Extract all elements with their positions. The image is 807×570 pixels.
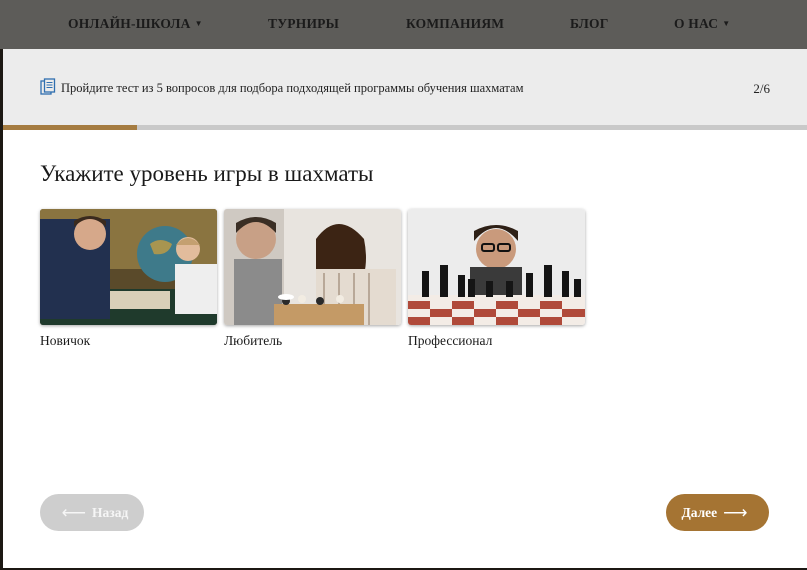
chevron-down-icon: ▼ <box>194 19 203 28</box>
next-button[interactable]: Далее ⟶ <box>666 494 769 531</box>
arrow-right-icon: ⟶ <box>723 502 748 522</box>
back-button[interactable]: ⟵ Назад <box>40 494 144 531</box>
document-icon <box>40 78 56 95</box>
nav-item-online-school[interactable]: ОНЛАЙН-ШКОЛА ▼ <box>68 16 203 32</box>
question-title: Укажите уровень игры в шахматы <box>40 161 374 186</box>
top-navigation: ОНЛАЙН-ШКОЛА ▼ ТУРНИРЫ КОМПАНИЯМ БЛОГ О Н… <box>0 0 807 49</box>
option-professional[interactable]: Профессионал <box>408 209 585 349</box>
option-image-beginner <box>40 209 217 325</box>
nav-item-tournaments[interactable]: ТУРНИРЫ <box>268 16 339 32</box>
nav-item-about[interactable]: О НАС ▼ <box>674 16 730 32</box>
nav-item-companies[interactable]: КОМПАНИЯМ <box>406 16 504 32</box>
progress-bar-fill <box>3 125 138 130</box>
option-image-amateur <box>224 209 401 325</box>
option-image-professional <box>408 209 585 325</box>
quiz-description: Пройдите тест из 5 вопросов для подбора … <box>61 81 524 95</box>
progress-bar <box>3 125 807 130</box>
option-label-professional: Профессионал <box>408 333 493 348</box>
option-label-amateur: Любитель <box>224 333 283 348</box>
option-label-beginner: Новичок <box>40 333 91 348</box>
quiz-header: Пройдите тест из 5 вопросов для подбора … <box>3 49 807 125</box>
nav-item-blog[interactable]: БЛОГ <box>570 16 609 32</box>
option-beginner[interactable]: Новичок <box>40 209 217 349</box>
arrow-left-icon: ⟵ <box>61 502 87 522</box>
chevron-down-icon: ▼ <box>722 19 731 28</box>
option-amateur[interactable]: Любитель <box>224 209 401 349</box>
quiz-modal: Пройдите тест из 5 вопросов для подбора … <box>3 49 807 568</box>
step-counter: 2/6 <box>753 81 770 96</box>
